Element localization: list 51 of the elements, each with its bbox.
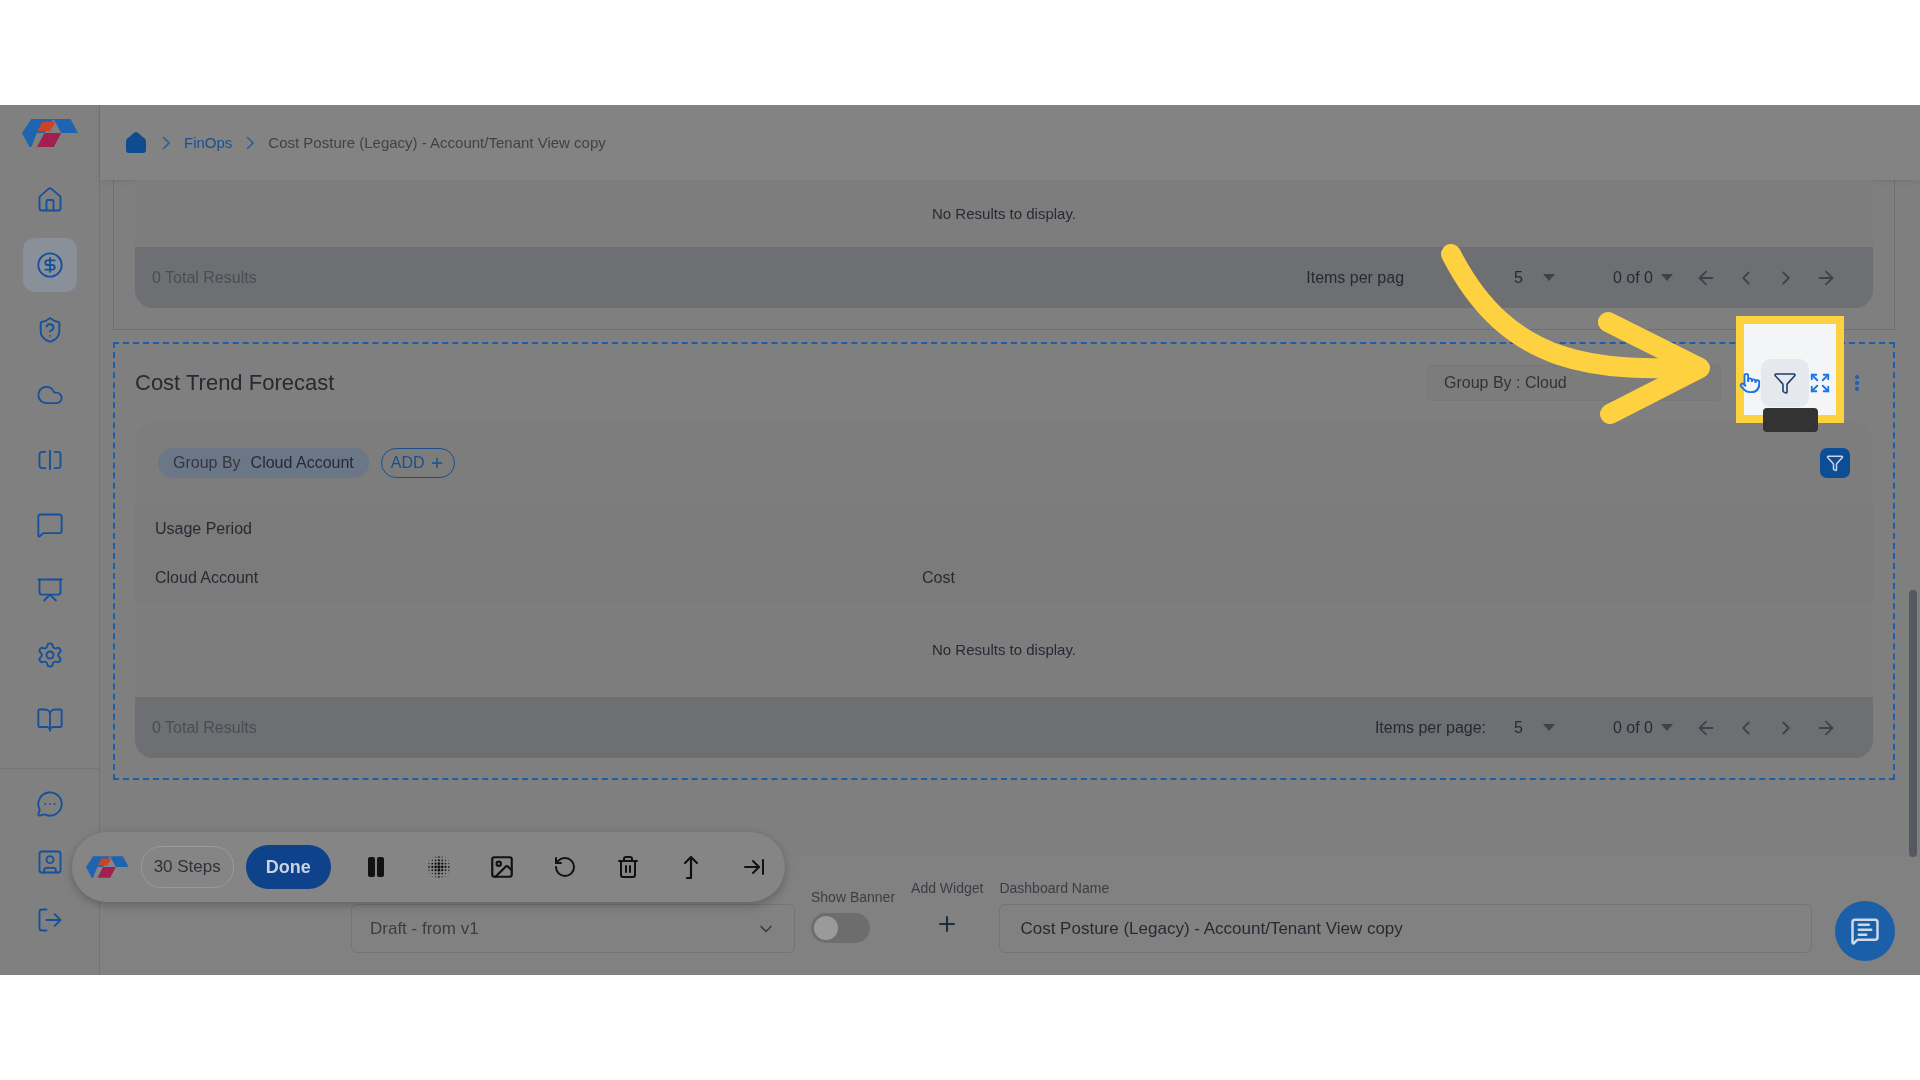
scrollbar-thumb[interactable]	[1909, 590, 1917, 857]
filter-button[interactable]	[1820, 448, 1850, 478]
add-widget-label: Add Widget	[911, 880, 984, 896]
chip-label: Group By	[173, 454, 241, 472]
show-banner-label: Show Banner	[811, 889, 896, 905]
empty-message: No Results to display.	[931, 204, 1077, 224]
items-per-page-value[interactable]: 5	[1514, 718, 1523, 737]
caret-icon[interactable]	[1542, 274, 1555, 281]
page-range-text[interactable]: 0 of 0	[1612, 718, 1653, 737]
chevron-icon	[246, 135, 255, 150]
caret-icon[interactable]	[1542, 724, 1555, 731]
halftone-icon[interactable]	[427, 855, 452, 879]
undo-icon	[552, 855, 577, 879]
tooltip-background	[1763, 408, 1818, 432]
filter-icon	[1826, 454, 1844, 472]
page-range-text[interactable]: 0 of 0	[1612, 268, 1653, 287]
breadcrumb-current: Cost Posture (Legacy) - Account/Tenant View copy	[268, 134, 606, 151]
done-button[interactable]: Done	[245, 845, 331, 889]
book-icon	[35, 706, 64, 734]
presentation-icon	[35, 576, 64, 604]
steps-count: 30 Steps	[140, 846, 234, 888]
filter-button[interactable]	[1761, 359, 1809, 407]
home-icon[interactable]	[124, 130, 148, 155]
filter-icon	[1773, 371, 1797, 395]
column-header: Cloud Account	[155, 568, 260, 587]
caret-icon[interactable]	[1661, 274, 1673, 281]
chip-value: Cloud Account	[250, 454, 354, 472]
group-by-chip[interactable]: Group By Cloud Account	[158, 448, 369, 478]
chevron-icon	[162, 135, 170, 150]
sidebar-item[interactable]	[22, 238, 77, 292]
items-per-page-label: Items per pag	[1306, 268, 1405, 287]
items-per-page-value[interactable]: 5	[1514, 268, 1523, 287]
image-icon	[488, 854, 515, 880]
empty-message: No Results to display.	[931, 640, 1077, 660]
dashboard-name-label: Dashboard Name	[999, 880, 1111, 896]
show-banner-toggle[interactable]	[811, 913, 870, 943]
items-per-page-label: Items per page:	[1374, 718, 1487, 737]
column-header: Usage Period	[155, 519, 253, 538]
caret-icon[interactable]	[1661, 724, 1673, 731]
expand-icon[interactable]	[1809, 372, 1831, 394]
dashboard-name-field[interactable]: Cost Posture (Legacy) - Account/Tenant View copy	[999, 904, 1813, 953]
dollar-icon	[35, 251, 64, 279]
widget-title: Cost Trend Forecast	[135, 370, 336, 396]
logo	[21, 119, 78, 147]
column-header: Cost	[922, 568, 956, 587]
logo	[86, 856, 129, 878]
trash-icon	[615, 855, 640, 879]
chat-icon	[35, 790, 64, 818]
version-select[interactable]: Draft - from v1	[351, 904, 795, 953]
chat-icon	[1850, 916, 1880, 946]
breadcrumb-link[interactable]: FinOps	[184, 134, 233, 151]
